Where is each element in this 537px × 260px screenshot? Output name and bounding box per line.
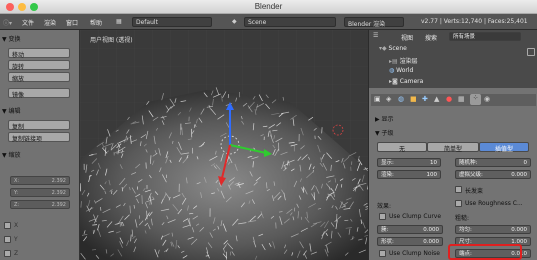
- viewport-scene[interactable]: 用户视图 (透视): [80, 30, 368, 260]
- mirror-button[interactable]: 镜像: [8, 88, 70, 99]
- menu-window[interactable]: 窗口: [66, 18, 78, 27]
- redo-panel-header[interactable]: ▼ 缩放: [2, 150, 21, 159]
- uniform-roughness-field[interactable]: 均匀: 0.000: [455, 225, 531, 234]
- children-simple-button[interactable]: 简单型: [427, 142, 479, 153]
- viewport-label: 用户视图 (透视): [90, 36, 133, 44]
- use-clump-curve-label: Use Clump Curve: [389, 213, 442, 220]
- use-roughness-label: Use Roughness C...: [465, 200, 523, 207]
- children-panel-header[interactable]: ▼ 子级: [375, 128, 394, 137]
- constraint-x-label: X: [14, 222, 19, 229]
- menu-render[interactable]: 渲染: [44, 18, 56, 27]
- data-tab-icon[interactable]: ▲: [434, 95, 439, 103]
- camera-icon: ▸◙: [389, 78, 400, 85]
- use-clump-noise-label: Use Clump Noise: [389, 250, 440, 257]
- hair-strand: [227, 94, 230, 99]
- scene-icon[interactable]: ◆: [232, 18, 237, 25]
- constraint-z-label: Z: [14, 250, 19, 257]
- scale-z-field[interactable]: Z: 2.392: [10, 200, 70, 209]
- seed-field[interactable]: 随机种: 0: [455, 158, 531, 167]
- use-clump-noise-checkbox[interactable]: [379, 250, 386, 257]
- hair-strand: [284, 165, 286, 170]
- outliner-search-menu[interactable]: 搜索: [425, 33, 437, 42]
- display-amount-field[interactable]: 显示: 10: [377, 158, 441, 167]
- window-title: Blender: [254, 2, 283, 11]
- use-clump-curve-checkbox[interactable]: [379, 213, 386, 220]
- scene-tab-icon[interactable]: ◈: [386, 95, 391, 103]
- menu-file[interactable]: 文件: [22, 18, 34, 27]
- menu-help[interactable]: 帮助: [90, 18, 102, 27]
- scale-button[interactable]: 缩放: [8, 72, 70, 83]
- object-tab-icon[interactable]: ■: [410, 95, 417, 103]
- constraint-z-checkbox[interactable]: [4, 250, 11, 257]
- translate-button[interactable]: 移动: [8, 48, 70, 59]
- outliner-row-scene[interactable]: ▾◆ Scene: [379, 45, 407, 52]
- hair-strand: [91, 249, 97, 251]
- clump-field[interactable]: 簇: 0.000: [377, 225, 443, 234]
- effect-label: 效果:: [377, 203, 392, 210]
- material-tab-icon[interactable]: ●: [446, 95, 452, 103]
- render-amount-field[interactable]: 渲染: 100: [377, 170, 441, 179]
- constraint-y-label: Y: [14, 236, 18, 243]
- children-none-button[interactable]: 无: [377, 142, 427, 153]
- screen-layout-select[interactable]: Default: [132, 17, 212, 27]
- outliner-filter-select[interactable]: 所有场景: [449, 32, 521, 41]
- hair-strand: [92, 224, 98, 226]
- scale-y-field[interactable]: Y: 2.392: [10, 188, 70, 197]
- shape-field[interactable]: 形状: 0.000: [377, 237, 443, 246]
- tool-shelf: ▼ 变换 移动 旋转 缩放 镜像 ▼ 编辑 复制 复制链接项 ▼ 缩放 X: 2.…: [0, 30, 80, 260]
- 3d-viewport[interactable]: 用户视图 (透视): [80, 30, 368, 260]
- info-header: ⓘ▾ 文件 渲染 窗口 帮助 ▦ Default ◆ Scene Blender…: [0, 14, 537, 30]
- transform-panel-header[interactable]: ▼ 变换: [2, 34, 21, 43]
- display-panel-header[interactable]: ▶ 显示: [375, 114, 394, 123]
- children-interpolated-button[interactable]: 插值型: [479, 142, 529, 153]
- virtual-parents-field[interactable]: 虚拟父级: 0.000: [455, 170, 531, 179]
- outliner-view-menu[interactable]: 视图: [401, 33, 413, 42]
- long-hair-label: 长发束: [465, 188, 484, 195]
- duplicate-button[interactable]: 复制: [8, 120, 70, 131]
- properties-tab-row: ▣ ◈ ◍ ■ ✚ ▲ ● ▦ ⁘ ◉: [371, 94, 536, 106]
- outliner-visibility-icon[interactable]: [527, 48, 535, 56]
- hair-strand: [80, 201, 82, 208]
- editor-type-icon[interactable]: ⓘ▾: [3, 18, 12, 27]
- render-tab-icon[interactable]: ▣: [374, 95, 381, 103]
- outliner: ☰ 视图 搜索 所有场景 ▾◆ Scene ▸▤ 渲染层 ◍ World ▸◙ …: [369, 30, 537, 88]
- roughness-label: 粗糙:: [455, 215, 470, 222]
- renderlayer-icon: ▸▤: [389, 58, 400, 65]
- duplicate-linked-button[interactable]: 复制链接项: [8, 132, 70, 143]
- screen-layout-icon[interactable]: ▦: [116, 18, 122, 25]
- outliner-row-renderlayers[interactable]: ▸▤ 渲染层: [389, 56, 418, 65]
- constraint-y-checkbox[interactable]: [4, 236, 11, 243]
- long-hair-checkbox[interactable]: [455, 186, 462, 193]
- particles-tab-icon[interactable]: ⁘: [470, 94, 481, 105]
- modifier-tab-icon[interactable]: ✚: [422, 95, 428, 103]
- edit-panel-header[interactable]: ▼ 编辑: [2, 106, 21, 115]
- constraint-x-checkbox[interactable]: [4, 222, 11, 229]
- rotate-button[interactable]: 旋转: [8, 60, 70, 71]
- scene-tree-icon: ▾◆: [379, 45, 389, 52]
- outliner-editor-icon[interactable]: ☰: [373, 32, 378, 39]
- scale-x-field[interactable]: X: 2.392: [10, 176, 70, 185]
- window-titlebar: Blender: [0, 0, 537, 14]
- outliner-row-world[interactable]: ◍ World: [389, 67, 413, 74]
- use-roughness-checkbox[interactable]: [455, 200, 462, 207]
- physics-tab-icon[interactable]: ◉: [484, 95, 490, 103]
- scene-select[interactable]: Scene: [244, 17, 336, 27]
- properties-area: ☰ 视图 搜索 所有场景 ▾◆ Scene ▸▤ 渲染层 ◍ World ▸◙ …: [368, 30, 537, 260]
- scene-stats: v2.77 | Verts:12,740 | Faces:25,401: [421, 18, 528, 25]
- outliner-row-camera[interactable]: ▸◙ Camera: [389, 78, 423, 85]
- hair-strand: [300, 216, 303, 220]
- highlight-annotation: [448, 244, 522, 260]
- texture-tab-icon[interactable]: ▦: [458, 95, 465, 103]
- world-tab-icon[interactable]: ◍: [398, 95, 404, 103]
- render-engine-select[interactable]: Blender 渲染: [344, 17, 404, 28]
